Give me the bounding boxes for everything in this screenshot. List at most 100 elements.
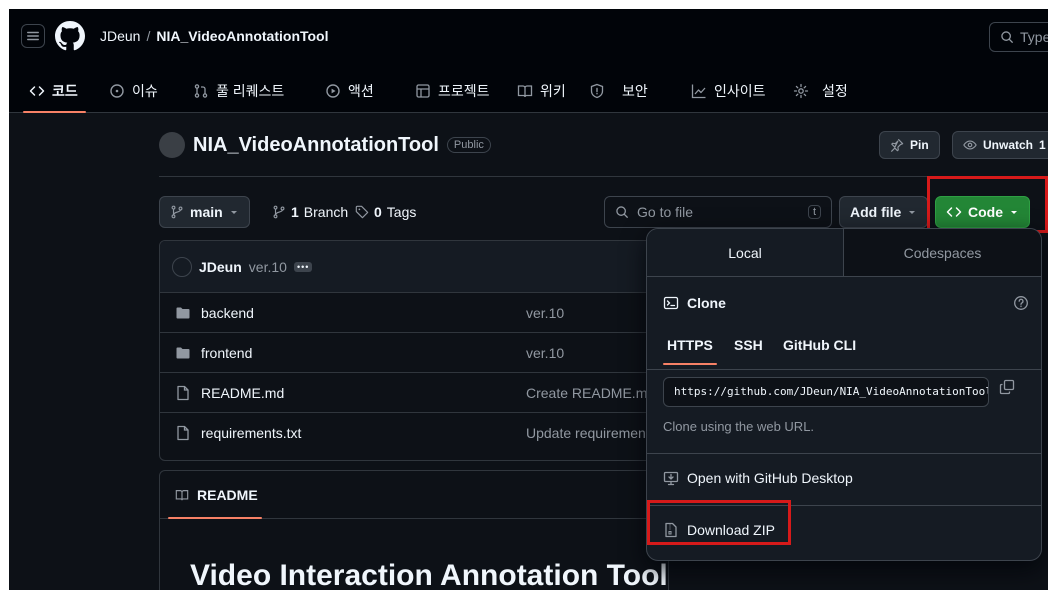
code-button-label: Code: [968, 204, 1003, 220]
breadcrumb-repo[interactable]: NIA_VideoAnnotationTool: [156, 28, 328, 44]
commit-more-button[interactable]: •••: [293, 261, 313, 272]
file-name[interactable]: README.md: [201, 385, 284, 401]
file-name[interactable]: requirements.txt: [201, 425, 301, 441]
menu-divider: [647, 453, 1041, 454]
latest-commit-row: JDeun ver.10 •••: [160, 241, 668, 293]
question-icon[interactable]: [1013, 295, 1029, 311]
open-with-desktop-item[interactable]: Open with GitHub Desktop: [663, 470, 853, 486]
tag-count-label: Tags: [386, 204, 417, 220]
watcher-count: 1: [1039, 138, 1046, 152]
readme-panel: README Video Interaction Annotation Tool: [159, 470, 669, 590]
tab-pull-requests[interactable]: 풀 리퀘스트: [193, 69, 284, 113]
download-zip-item[interactable]: Download ZIP: [663, 522, 775, 538]
owner-avatar[interactable]: [159, 132, 185, 158]
file-zip-icon: [663, 522, 679, 538]
download-zip-label: Download ZIP: [687, 522, 775, 538]
branch-select-button[interactable]: main: [159, 196, 250, 228]
book-icon: [175, 488, 189, 502]
add-file-button[interactable]: Add file: [839, 196, 929, 228]
repo-header: NIA_VideoAnnotationTool Public: [159, 127, 491, 163]
commit-author-avatar[interactable]: [172, 256, 192, 277]
tab-label: 프로젝트: [438, 83, 490, 99]
code-dropdown-popover: Local Codespaces Clone HTTPS SSH GitHub …: [646, 228, 1042, 561]
tab-label: 풀 리퀘스트: [216, 83, 285, 99]
tab-label: 코드: [52, 83, 78, 99]
tab-settings[interactable]: 설정: [793, 69, 848, 113]
global-header: JDeun / NIA_VideoAnnotationTool Type 코드 이슈…: [9, 9, 1048, 113]
search-icon: [1001, 31, 1013, 43]
tab-issues[interactable]: 이슈: [109, 69, 158, 113]
shortcut-key: t: [807, 205, 821, 219]
table-icon: [415, 83, 431, 99]
search-placeholder: Type: [1020, 29, 1048, 45]
folder-icon: [175, 345, 191, 361]
readme-tab-label: README: [197, 486, 258, 503]
search-icon: [615, 205, 629, 219]
copy-icon[interactable]: [999, 379, 1015, 395]
tab-codespaces[interactable]: Codespaces: [844, 229, 1041, 276]
tag-icon: [355, 205, 369, 219]
tab-wiki[interactable]: 위키: [517, 69, 566, 113]
open-with-desktop-label: Open with GitHub Desktop: [687, 470, 853, 486]
tab-label: 이슈: [132, 83, 158, 99]
caret-down-icon: [229, 207, 239, 217]
tag-count-link[interactable]: 0 Tags: [355, 204, 416, 220]
commit-message[interactable]: ver.10: [249, 259, 287, 275]
pin-button[interactable]: Pin: [879, 131, 940, 159]
clone-url-input[interactable]: https://github.com/JDeun/NIA_VideoAnnota…: [663, 377, 989, 407]
pull-request-icon: [193, 83, 209, 99]
readme-tab[interactable]: README: [160, 471, 668, 519]
book-icon: [517, 83, 533, 99]
go-to-file-input[interactable]: Go to file t: [604, 196, 832, 228]
protocol-tab-https[interactable]: HTTPS: [663, 337, 717, 365]
file-name[interactable]: frontend: [201, 345, 252, 361]
tab-local[interactable]: Local: [647, 229, 844, 276]
pin-label: Pin: [910, 138, 929, 152]
tab-label: 위키: [540, 83, 566, 99]
menu-divider: [647, 505, 1041, 506]
unwatch-label: Unwatch: [983, 138, 1034, 152]
breadcrumb: JDeun / NIA_VideoAnnotationTool: [100, 28, 329, 44]
tab-projects[interactable]: 프로젝트: [415, 69, 490, 113]
file-icon: [175, 425, 191, 441]
gear-icon: [793, 83, 809, 99]
github-logo-icon[interactable]: [55, 21, 85, 51]
clone-heading: Clone: [663, 295, 726, 311]
file-icon: [175, 385, 191, 401]
tab-label: 설정: [822, 83, 848, 99]
protocol-tab-ssh[interactable]: SSH: [734, 337, 763, 353]
file-commit-message[interactable]: Create README.md: [526, 385, 655, 401]
file-name[interactable]: backend: [201, 305, 254, 321]
hamburger-icon: [27, 31, 39, 41]
shield-icon: [589, 83, 605, 99]
branch-count: 1: [291, 204, 299, 220]
unwatch-button[interactable]: Unwatch 1: [952, 131, 1048, 159]
file-row[interactable]: backend ver.10: [160, 293, 668, 333]
tab-code[interactable]: 코드: [23, 69, 86, 113]
file-commit-message[interactable]: ver.10: [526, 305, 564, 321]
commit-author[interactable]: JDeun: [199, 259, 242, 275]
code-button[interactable]: Code: [935, 196, 1030, 228]
tab-security[interactable]: 보안: [589, 69, 648, 113]
desktop-download-icon: [663, 470, 679, 486]
hamburger-menu-button[interactable]: [21, 24, 45, 48]
file-row[interactable]: frontend ver.10: [160, 333, 668, 373]
branch-count-label: Branch: [303, 204, 349, 220]
branch-count-link[interactable]: 1 Branch: [272, 204, 348, 220]
file-commit-message[interactable]: ver.10: [526, 345, 564, 361]
issue-icon: [109, 83, 125, 99]
file-row[interactable]: requirements.txt Update requiremen: [160, 413, 668, 453]
caret-down-icon: [907, 207, 917, 217]
file-row[interactable]: README.md Create README.md: [160, 373, 668, 413]
git-branch-icon: [170, 205, 184, 219]
protocol-divider: [647, 369, 1041, 370]
tab-actions[interactable]: 액션: [325, 69, 374, 113]
protocol-tab-github-cli[interactable]: GitHub CLI: [783, 337, 856, 353]
global-search-input[interactable]: Type: [989, 22, 1048, 52]
file-commit-message[interactable]: Update requiremen: [526, 425, 646, 441]
breadcrumb-owner[interactable]: JDeun: [100, 28, 140, 44]
popover-tabs: Local Codespaces: [647, 229, 1041, 277]
tab-insights[interactable]: 인사이트: [691, 69, 766, 113]
branch-name: main: [190, 204, 223, 220]
header-divider: [159, 176, 1048, 177]
